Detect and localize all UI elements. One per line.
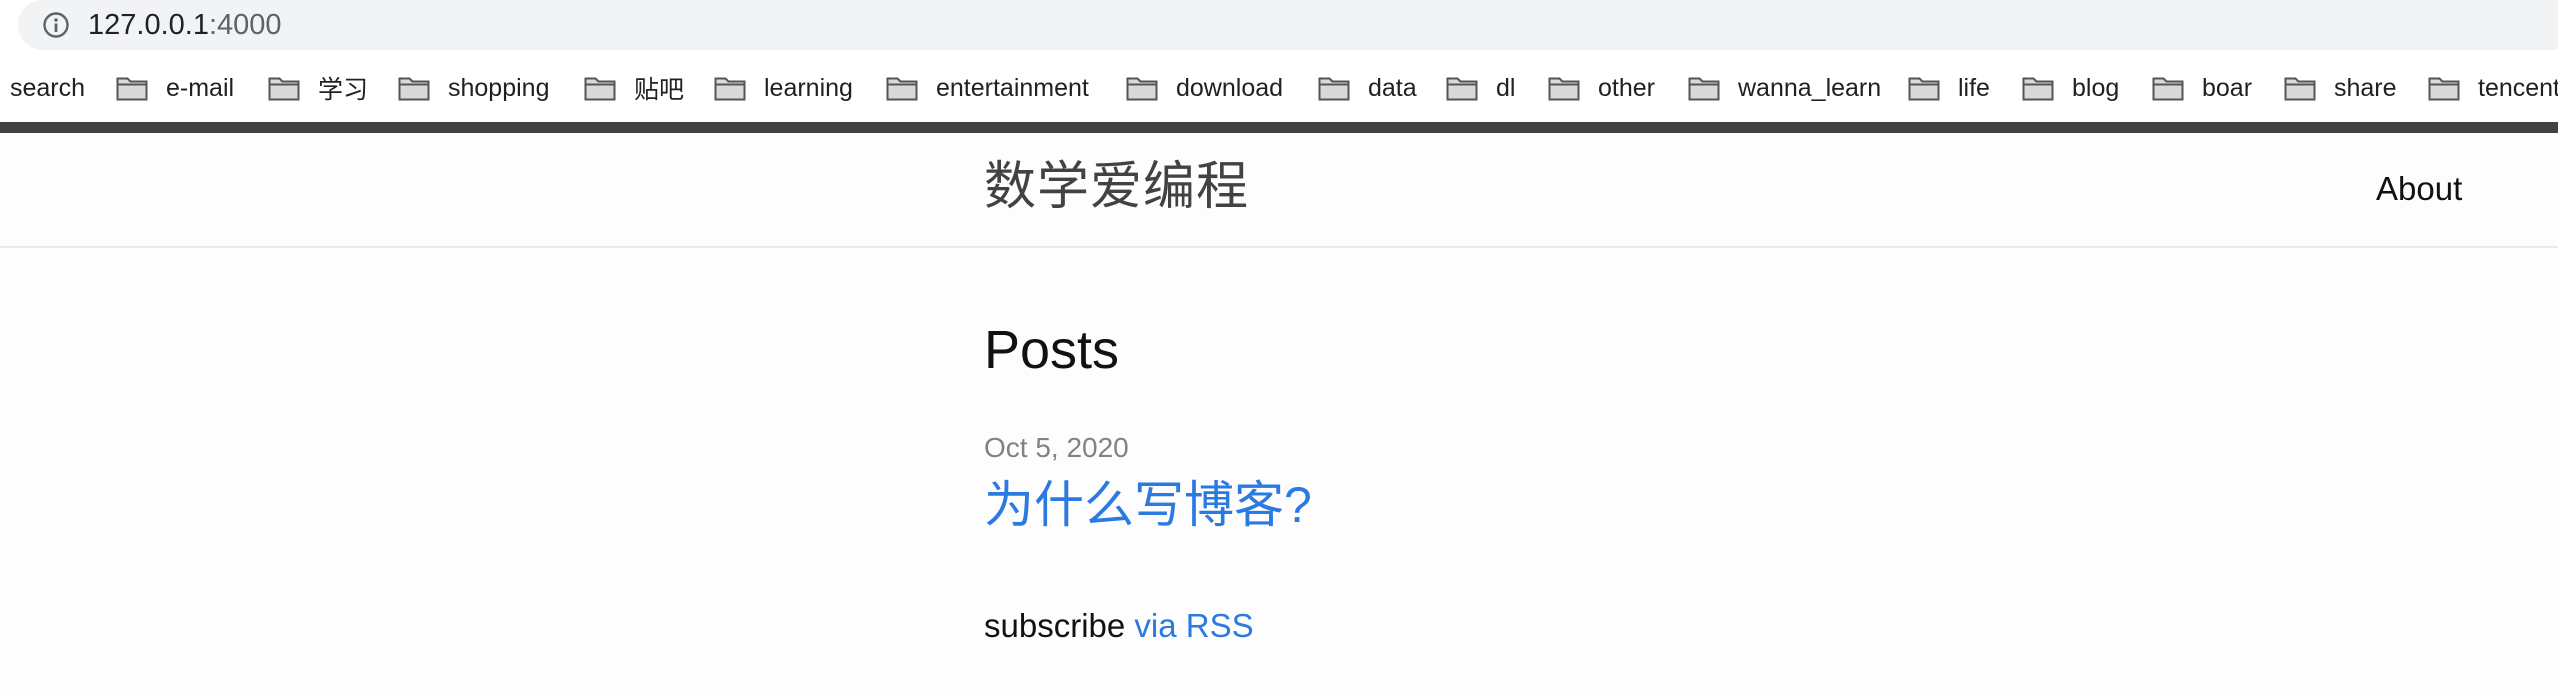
url-text[interactable]: 127.0.0.1:4000 xyxy=(88,5,282,45)
bookmark-label: 学习 xyxy=(318,76,369,104)
url-host: 127.0.0.1 xyxy=(88,9,209,41)
bookmark-label: blog xyxy=(2072,73,2120,102)
bookmark-label: 贴吧 xyxy=(634,76,685,104)
bookmark-label: wanna_learn xyxy=(1738,73,1882,102)
folder-icon xyxy=(1126,77,1158,101)
bookmark-label: shopping xyxy=(448,73,550,102)
subscribe-text: subscribe xyxy=(984,607,1135,644)
bookmark-folder-tencent[interactable]: tencent xyxy=(2428,68,2558,108)
posts-heading: Posts xyxy=(984,320,1120,380)
bookmark-folder-life[interactable]: life xyxy=(1908,68,1990,108)
folder-icon xyxy=(1446,77,1478,101)
folder-icon xyxy=(1548,77,1580,101)
nav-about-link[interactable]: About xyxy=(2376,169,2462,209)
folder-icon xyxy=(2428,77,2460,101)
bookmark-folder-wanna-learn[interactable]: wanna_learn xyxy=(1688,68,1881,108)
bookmarks-bar: search e-mail 学习 shopping 贴吧 learning en… xyxy=(0,52,2558,122)
bookmark-label: data xyxy=(1368,73,1417,102)
folder-icon xyxy=(714,77,746,101)
folder-icon xyxy=(2152,77,2184,101)
bookmark-label: download xyxy=(1176,73,1284,102)
bookmark-label: search xyxy=(10,73,86,102)
bookmark-folder-shopping[interactable]: shopping xyxy=(398,68,549,108)
bookmark-folder-xuexi[interactable]: 学习 xyxy=(268,68,368,108)
bookmark-folder-learning[interactable]: learning xyxy=(714,68,853,108)
folder-icon xyxy=(268,77,300,101)
bookmark-folder-dl[interactable]: dl xyxy=(1446,68,1515,108)
bookmark-label: dl xyxy=(1496,73,1516,102)
folder-icon xyxy=(1688,77,1720,101)
folder-icon xyxy=(398,77,430,101)
bookmark-folder-e-mail[interactable]: e-mail xyxy=(116,68,234,108)
header-top-rule xyxy=(0,122,2558,133)
url-port: :4000 xyxy=(208,9,282,41)
bookmark-folder-blog[interactable]: blog xyxy=(2022,68,2119,108)
folder-icon xyxy=(116,77,148,101)
bookmark-folder-other[interactable]: other xyxy=(1548,68,1655,108)
folder-icon xyxy=(2284,77,2316,101)
bookmark-label: e-mail xyxy=(166,73,235,102)
info-icon[interactable] xyxy=(42,11,70,39)
bookmark-folder-entertainment[interactable]: entertainment xyxy=(886,68,1089,108)
bookmark-label: other xyxy=(1598,73,1655,102)
bookmark-label: tencent xyxy=(2478,73,2558,102)
post-date: Oct 5, 2020 xyxy=(984,432,1129,463)
bookmark-folder-boar[interactable]: boar xyxy=(2152,68,2252,108)
bookmark-folder-tieba[interactable]: 贴吧 xyxy=(584,68,684,108)
folder-icon xyxy=(2022,77,2054,101)
bookmark-folder-download[interactable]: download xyxy=(1126,68,1283,108)
folder-icon xyxy=(886,77,918,101)
bookmark-label: entertainment xyxy=(936,73,1089,102)
bookmark-label: share xyxy=(2334,73,2397,102)
folder-icon xyxy=(1318,77,1350,101)
folder-icon xyxy=(584,77,616,101)
subscribe-line: subscribe via RSS xyxy=(984,604,1254,648)
bookmark-folder-data[interactable]: data xyxy=(1318,68,1417,108)
bookmark-search[interactable]: search xyxy=(10,68,85,108)
bookmark-folder-share[interactable]: share xyxy=(2284,68,2397,108)
post-title-link[interactable]: 为什么写博客? xyxy=(984,470,1312,540)
rss-link[interactable]: via RSS xyxy=(1134,607,1253,644)
site-header: 数学爱编程 About xyxy=(0,133,2558,248)
address-bar-row: 127.0.0.1:4000 xyxy=(0,0,2558,52)
bookmark-label: life xyxy=(1958,73,1990,102)
bookmark-label: learning xyxy=(764,73,853,102)
site-title-link[interactable]: 数学爱编程 xyxy=(984,155,1249,219)
folder-icon xyxy=(1908,77,1940,101)
address-bar[interactable] xyxy=(18,0,2558,50)
bookmark-label: boar xyxy=(2202,73,2253,102)
